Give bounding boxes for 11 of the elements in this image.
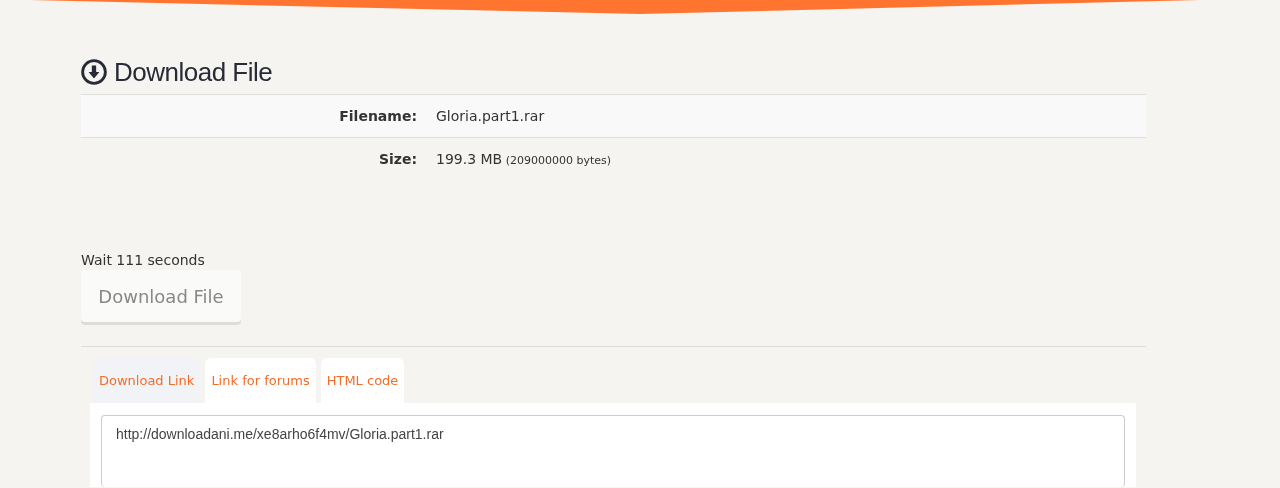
page-title: Download File bbox=[114, 56, 273, 88]
tab[interactable]: Download Link bbox=[93, 358, 201, 403]
tab[interactable]: Link for forums bbox=[205, 358, 316, 403]
field-value: Gloria.part1.rar bbox=[436, 108, 545, 124]
wait-message: Wait 111 seconds bbox=[81, 251, 206, 270]
field-label: Size: bbox=[377, 151, 417, 167]
download-icon bbox=[81, 59, 107, 85]
field-label: Filename: bbox=[338, 108, 417, 124]
link-field[interactable]: http://downloadani.me/xe8arho6f4mv/Gloria.part1.rar bbox=[101, 415, 1125, 487]
field-value: 199.3 MB (209000000 bytes) bbox=[436, 151, 612, 167]
tab[interactable]: HTML code bbox=[320, 358, 405, 403]
